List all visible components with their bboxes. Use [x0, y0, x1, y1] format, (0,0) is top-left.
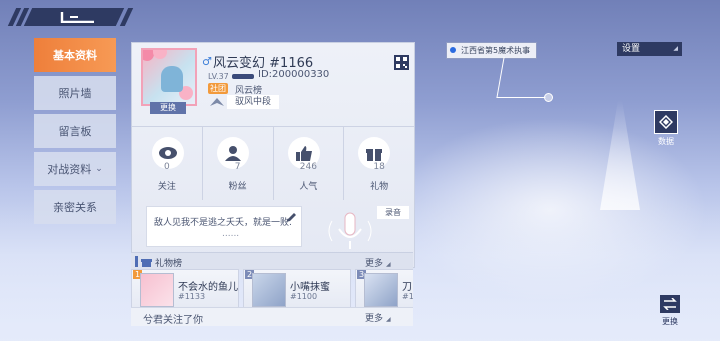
- settings-label: 设置: [622, 44, 641, 54]
- stat-label: 人气: [299, 182, 318, 192]
- follow-more-button[interactable]: 更多 ◢: [365, 311, 391, 324]
- tab-message-board[interactable]: 留言板: [34, 114, 116, 148]
- profile-panel: 更换 ♂ 风云变幻 #1166 LV.37 ID:200000330 社团 风云…: [131, 42, 415, 268]
- qr-code-icon[interactable]: [394, 55, 409, 70]
- swap-label: 更换: [662, 317, 678, 326]
- level-progress-bar: [232, 74, 254, 79]
- stat-value: 246: [299, 162, 317, 172]
- data-label: 数据: [658, 137, 674, 146]
- gift-giver-name: 不会水的鱼儿: [178, 282, 238, 293]
- more-label: 更多: [365, 314, 384, 324]
- chevron-down-icon: ⌄: [95, 164, 103, 174]
- stat-label: 粉丝: [228, 182, 247, 192]
- signature-ellipsis: ......: [222, 229, 240, 239]
- stat-value: 7: [234, 162, 241, 172]
- rank-badge: 驭风中段: [227, 95, 279, 109]
- signature-box[interactable]: 敌人见我不是逃之夭夭，就是一败. ......: [146, 206, 302, 247]
- gift-icon: [141, 259, 152, 267]
- edit-pen-icon[interactable]: [285, 211, 297, 223]
- location-pin-icon: [450, 47, 456, 53]
- triangle-icon: ◢: [386, 261, 391, 268]
- group-tag: 社团: [208, 83, 228, 94]
- stats-row: 0 关注 7 粉丝 246 人气 18 礼物: [132, 127, 414, 200]
- record-label[interactable]: 录音: [377, 206, 409, 219]
- flower-decoration: [143, 50, 154, 61]
- microphone-icon[interactable]: [320, 211, 380, 251]
- tab-relationships[interactable]: 亲密关系: [34, 190, 116, 224]
- avatar[interactable]: [141, 48, 197, 106]
- stat-label: 礼物: [370, 182, 389, 192]
- avatar: [252, 273, 286, 307]
- triangle-icon: ◢: [386, 316, 391, 323]
- stat-label: 关注: [157, 182, 176, 192]
- location-connector-line: [496, 57, 553, 98]
- change-avatar-button[interactable]: 更换: [150, 102, 186, 114]
- back-button[interactable]: [54, 9, 104, 25]
- stat-value: 18: [373, 162, 385, 172]
- follow-notice-bar[interactable]: 兮君关注了你 更多 ◢: [131, 307, 413, 326]
- stat-follow[interactable]: 0 关注: [132, 127, 203, 200]
- tab-label: 照片墙: [58, 87, 92, 100]
- header-accent-bar: [135, 256, 138, 267]
- gift-giver-tag: #1133: [178, 292, 206, 301]
- follow-notice-text: 兮君关注了你: [143, 315, 203, 326]
- swap-button[interactable]: 更换: [656, 295, 684, 329]
- settings-dropdown[interactable]: 设置 ◢: [617, 42, 682, 56]
- data-diamond-icon: [654, 110, 678, 134]
- rank-wings-icon: [210, 98, 224, 106]
- level-label: LV.37: [208, 72, 229, 81]
- gift-giver-tag: #1: [402, 292, 413, 301]
- gift-board-item[interactable]: 2 小嘴抹蜜 #1100: [243, 269, 351, 307]
- male-icon: ♂: [202, 55, 212, 68]
- tab-label: 基本资料: [53, 49, 97, 62]
- side-tabs: 基本资料 照片墙 留言板 对战资料 ⌄ 亲密关系: [34, 38, 116, 228]
- back-arrow-icon: [60, 12, 94, 23]
- gift-board-item[interactable]: 3 刀 #1: [355, 269, 413, 307]
- stat-gifts[interactable]: 18 礼物: [344, 127, 414, 200]
- tab-label: 对战资料: [47, 163, 92, 176]
- gift-giver-tag: #1100: [290, 292, 318, 301]
- avatar: [140, 273, 174, 307]
- data-button[interactable]: 数据: [653, 110, 679, 146]
- tab-battle-info[interactable]: 对战资料 ⌄: [34, 152, 116, 186]
- tab-label: 留言板: [58, 125, 92, 138]
- gift-board-list: 1 不会水的鱼儿 #1133 2 小嘴抹蜜 #1100 3 刀 #1: [131, 269, 413, 307]
- tab-basic-info[interactable]: 基本资料: [34, 38, 116, 72]
- avatar: [364, 273, 398, 307]
- location-dot: [544, 93, 553, 102]
- tab-photo-wall[interactable]: 照片墙: [34, 76, 116, 110]
- location-text: 江西省第5魔术执事: [461, 46, 531, 55]
- stat-value: 0: [164, 162, 170, 172]
- flower-decoration: [153, 50, 167, 59]
- gift-board-header: 礼物榜 更多 ◢: [131, 252, 413, 270]
- gift-board-title: 礼物榜: [155, 259, 183, 269]
- user-id: ID:200000330: [258, 69, 330, 80]
- gift-giver-name: 小嘴抹蜜: [290, 282, 330, 293]
- more-label: 更多: [365, 259, 384, 269]
- gift-board-more-button[interactable]: 更多 ◢: [365, 256, 391, 269]
- signature-text: 敌人见我不是逃之夭夭，就是一败.: [154, 218, 292, 228]
- tab-label: 亲密关系: [53, 201, 97, 214]
- swap-arrows-icon: [660, 295, 680, 313]
- triangle-icon: ◢: [673, 45, 678, 52]
- gift-giver-name: 刀: [402, 282, 412, 293]
- stat-popularity[interactable]: 246 人气: [274, 127, 345, 200]
- avatar-figure: [161, 66, 183, 92]
- gift-board-item[interactable]: 1 不会水的鱼儿 #1133: [131, 269, 239, 307]
- stat-fans[interactable]: 7 粉丝: [203, 127, 274, 200]
